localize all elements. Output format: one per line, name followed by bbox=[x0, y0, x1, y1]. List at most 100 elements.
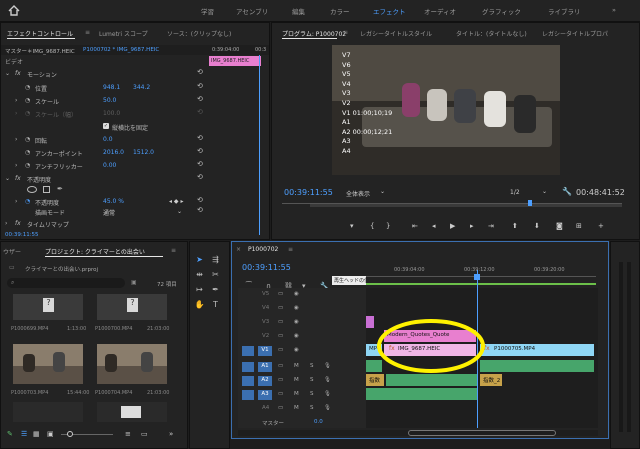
hand-tool-icon[interactable]: ✋ bbox=[194, 299, 205, 310]
position-x-value[interactable]: 948.1 bbox=[103, 84, 120, 91]
extract-icon[interactable]: ⬇ bbox=[534, 222, 540, 230]
go-to-out-icon[interactable]: ⇥ bbox=[488, 222, 494, 230]
home-icon[interactable] bbox=[8, 5, 20, 16]
type-tool-icon[interactable]: T bbox=[210, 299, 221, 310]
clip-thumbnail[interactable] bbox=[97, 344, 167, 384]
freeform-view-icon[interactable]: ▣ bbox=[47, 430, 54, 438]
slip-tool-icon[interactable]: ↦ bbox=[194, 284, 205, 295]
tab-project[interactable]: プロジェクト: クライマーとの出会い bbox=[45, 247, 145, 256]
chevron-down-icon[interactable]: ⌄ bbox=[5, 175, 10, 182]
workspace-effects[interactable]: エフェクト bbox=[373, 6, 406, 16]
toggle-output-icon[interactable]: ▭ bbox=[278, 319, 283, 325]
chevron-down-icon[interactable]: ⌄ bbox=[380, 188, 385, 195]
wrench-icon[interactable]: 🔧 bbox=[562, 187, 572, 196]
rectangle-mask-icon[interactable] bbox=[43, 186, 50, 193]
solo-button[interactable]: S bbox=[310, 405, 314, 411]
rotation-value[interactable]: 0.0 bbox=[103, 136, 113, 143]
reset-icon[interactable]: ⟲ bbox=[197, 95, 203, 103]
workspace-graphics[interactable]: グラフィック bbox=[482, 6, 521, 16]
motion-row[interactable]: ⌄ fx モーション ⟲ bbox=[1, 68, 263, 82]
anchor-y-value[interactable]: 1512.0 bbox=[133, 149, 154, 156]
master-clip-label[interactable]: マスター＊IMG_9687.HEIC bbox=[5, 47, 75, 55]
source-patch[interactable] bbox=[242, 346, 254, 356]
play-icon[interactable]: ▶ bbox=[450, 222, 455, 230]
mic-icon[interactable]: 🎙 bbox=[324, 405, 331, 411]
camera-icon[interactable]: ◙ bbox=[556, 222, 563, 230]
effect-timecode[interactable]: 00:39:11:55 bbox=[5, 232, 39, 238]
chevron-right-icon[interactable]: › bbox=[15, 198, 17, 205]
chevron-right-icon[interactable]: › bbox=[15, 110, 17, 117]
razor-tool-icon[interactable]: ✂ bbox=[210, 269, 221, 280]
stopwatch-icon[interactable]: ◔ bbox=[25, 136, 30, 143]
sequence-clip-label[interactable]: P1000702 * IMG_9687.HEIC bbox=[83, 47, 159, 53]
toggle-output-icon[interactable]: ▭ bbox=[278, 391, 283, 397]
go-to-in-icon[interactable]: ⇤ bbox=[412, 222, 418, 230]
time-remap-row[interactable]: › fx タイムリマップ bbox=[1, 220, 263, 232]
toggle-output-icon[interactable]: ▭ bbox=[278, 333, 283, 339]
bin-icon[interactable]: ▣ bbox=[131, 279, 137, 286]
menu-icon[interactable]: ≡ bbox=[85, 29, 90, 36]
zoom-select[interactable]: 全体表示 bbox=[346, 189, 370, 198]
tab-browser[interactable]: ウザー bbox=[3, 247, 21, 256]
timeline-scrollbar[interactable] bbox=[238, 430, 598, 436]
chevron-right-icon[interactable]: › bbox=[15, 162, 17, 169]
list-view-icon[interactable]: ☰ bbox=[21, 430, 27, 438]
chevron-down-icon[interactable]: ⌄ bbox=[5, 70, 10, 77]
lift-icon[interactable]: ⬆ bbox=[512, 222, 518, 230]
video-frame[interactable]: V7 V6 V5 V4 V3 V2 V1 01:00;10;19 A1 A2 0… bbox=[332, 45, 560, 175]
time-ruler[interactable]: 00:39:04:00 00:39:12:00 00:39:20:00 bbox=[366, 264, 596, 286]
step-back-icon[interactable]: ◂ bbox=[432, 222, 436, 230]
stopwatch-icon[interactable]: ◔ bbox=[25, 149, 30, 156]
reset-icon[interactable]: ⟲ bbox=[197, 173, 203, 181]
clip-thumbnail[interactable]: ? bbox=[97, 294, 167, 320]
clip-thumbnail[interactable] bbox=[13, 344, 83, 384]
compare-icon[interactable]: ⊞ bbox=[576, 222, 582, 230]
workspace-edit[interactable]: 編集 bbox=[292, 6, 305, 16]
program-timecode[interactable]: 00:39:11:55 bbox=[284, 188, 333, 197]
tab-legacy-title-properties[interactable]: レガシータイトルプロパ bbox=[542, 29, 608, 38]
chevron-right-icon[interactable]: › bbox=[5, 220, 7, 227]
clip-thumbnail[interactable] bbox=[97, 402, 167, 422]
toggle-output-icon[interactable]: ▭ bbox=[278, 377, 283, 383]
search-input[interactable]: ⌕ bbox=[7, 278, 125, 288]
audio-clip[interactable] bbox=[480, 360, 594, 372]
mark-out-icon[interactable]: } bbox=[386, 222, 390, 230]
audio-clip[interactable] bbox=[366, 388, 478, 400]
pen-mask-icon[interactable]: ✒ bbox=[57, 185, 63, 193]
mark-in-icon[interactable]: { bbox=[370, 222, 374, 230]
tab-effect-controls[interactable]: エフェクトコントロール bbox=[7, 29, 73, 38]
scale-value[interactable]: 50.0 bbox=[103, 97, 116, 104]
source-patch[interactable] bbox=[242, 362, 254, 372]
mute-button[interactable]: M bbox=[294, 391, 299, 397]
mic-icon[interactable]: 🎙 bbox=[324, 391, 331, 397]
solo-button[interactable]: S bbox=[310, 363, 314, 369]
stopwatch-icon[interactable]: ◔ bbox=[25, 97, 30, 104]
track-select-icon[interactable]: ⇶ bbox=[210, 254, 221, 265]
more-workspaces-icon[interactable]: » bbox=[612, 6, 616, 14]
chevron-right-icon[interactable]: › bbox=[15, 97, 17, 104]
workspace-libraries[interactable]: ライブラリ bbox=[548, 6, 581, 16]
video-clip[interactable]: P1000705.MP4 bbox=[480, 344, 594, 356]
quality-select[interactable]: 1/2 bbox=[510, 189, 520, 196]
step-forward-icon[interactable]: ▸ bbox=[470, 222, 474, 230]
anchor-x-value[interactable]: 2016.0 bbox=[103, 149, 124, 156]
reset-icon[interactable]: ⟲ bbox=[197, 206, 203, 214]
reset-icon[interactable]: ⟲ bbox=[197, 160, 203, 168]
toggle-output-icon[interactable]: ▭ bbox=[278, 363, 283, 369]
close-icon[interactable]: × bbox=[236, 246, 241, 253]
tab-source[interactable]: ソース：(クリップなし) bbox=[167, 29, 231, 38]
scrollbar-thumb[interactable] bbox=[408, 430, 556, 436]
pencil-icon[interactable]: ✎ bbox=[7, 430, 13, 438]
sort-icon[interactable]: ≡ bbox=[125, 430, 131, 438]
toggle-output-icon[interactable]: ▭ bbox=[278, 405, 283, 411]
position-y-value[interactable]: 344.2 bbox=[133, 84, 150, 91]
zoom-slider-handle[interactable] bbox=[67, 431, 73, 437]
clip-thumbnail[interactable] bbox=[13, 402, 83, 422]
pen-tool-icon[interactable]: ✒ bbox=[210, 284, 221, 295]
track-label[interactable]: A3 bbox=[258, 390, 272, 400]
reset-icon[interactable]: ⟲ bbox=[197, 196, 203, 204]
track-label[interactable]: A1 bbox=[258, 362, 272, 372]
workspace-learn[interactable]: 学習 bbox=[201, 6, 214, 16]
source-patch[interactable] bbox=[242, 376, 254, 386]
eye-icon[interactable]: ◉ bbox=[294, 333, 299, 339]
